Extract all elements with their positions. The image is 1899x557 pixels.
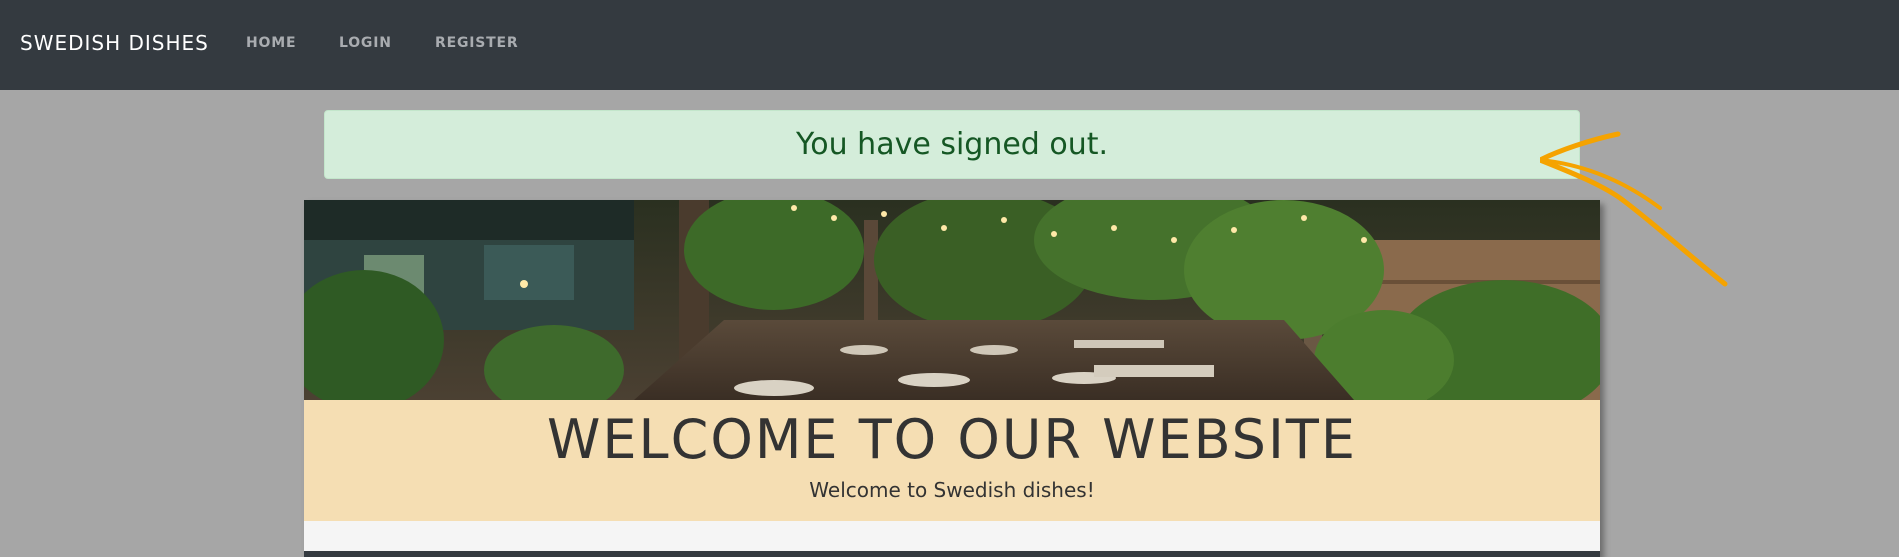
welcome-banner: WELCOME TO OUR WEBSITE Welcome to Swedis… xyxy=(304,400,1600,521)
welcome-title: WELCOME TO OUR WEBSITE xyxy=(547,408,1357,471)
welcome-card: WELCOME TO OUR WEBSITE Welcome to Swedis… xyxy=(304,200,1600,557)
restaurant-patio-photo xyxy=(304,200,1600,400)
nav-login-link[interactable]: LOGIN xyxy=(339,34,392,52)
navbar: SWEDISH DISHES HOME LOGIN REGISTER xyxy=(0,0,1899,90)
welcome-subtitle: Welcome to Swedish dishes! xyxy=(809,478,1095,502)
content-area xyxy=(304,521,1600,551)
brand-link[interactable]: SWEDISH DISHES xyxy=(20,30,209,56)
content-divider xyxy=(304,551,1600,557)
nav-register-link[interactable]: REGISTER xyxy=(435,34,518,52)
signed-out-alert: You have signed out. xyxy=(324,110,1580,179)
nav-home-link[interactable]: HOME xyxy=(246,34,296,52)
